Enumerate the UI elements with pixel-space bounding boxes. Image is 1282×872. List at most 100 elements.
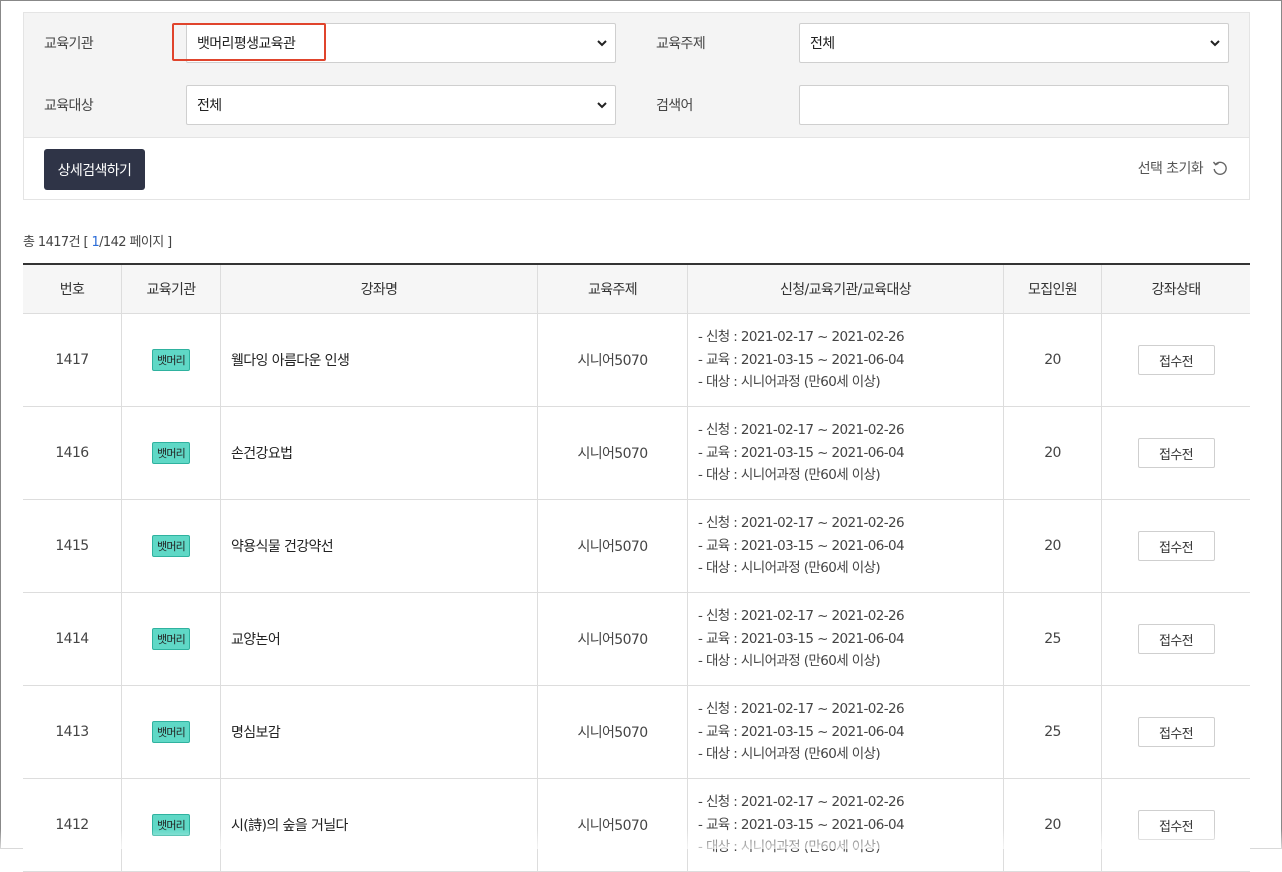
row-number: 1415 (23, 500, 122, 592)
capacity-cell: 20 (1004, 500, 1102, 592)
result-summary: 총 1417건 [ 1/142 페이지 ] (23, 231, 172, 250)
row-number: 1412 (23, 779, 122, 871)
table-row: 1415 뱃머리 약용식물 건강약선 시니어5070- 신청 : 2021-02-17… (23, 500, 1250, 593)
institution-cell: 뱃머리 (122, 686, 221, 778)
topic-label: 교육주제 (656, 36, 706, 52)
status-cell: 접수전 (1102, 500, 1250, 592)
target-select-value: 전체 (197, 98, 222, 114)
status-cell: 접수전 (1102, 407, 1250, 499)
table-row: 1416 뱃머리 손건강요법 시니어5070- 신청 : 2021-02-17 ~ 2… (23, 407, 1250, 500)
apply-period: - 신청 : 2021-02-17 ~ 2021-02-26 (698, 515, 905, 532)
bottom-fade (0, 829, 1282, 849)
table-row: 1417 뱃머리 웰다잉 아름다운 인생 시니어5070- 신청 : 2021-02-… (23, 314, 1250, 407)
header-no: 번호 (23, 265, 122, 313)
course-table: 번호 교육기관 강좌명 교육주제 신청/교육기관/교육대상 모집인원 강좌상태 … (23, 263, 1250, 872)
education-period: - 교육 : 2021-03-15 ~ 2021-06-04 (698, 723, 905, 740)
topic-cell: 시니어5070 (538, 593, 688, 685)
capacity-cell: 20 (1004, 779, 1102, 871)
schedule-cell: - 신청 : 2021-02-17 ~ 2021-02-26- 교육 : 202… (688, 779, 1004, 871)
status-button[interactable]: 접수전 (1137, 438, 1215, 468)
topic-select[interactable]: 전체 (799, 23, 1229, 63)
page-total: /142 페이지 ] (99, 235, 172, 250)
course-title-link[interactable]: 손건강요법 (221, 407, 538, 499)
status-cell: 접수전 (1102, 593, 1250, 685)
search-panel: 교육기관 뱃머리평생교육관 교육주제 전체 교육대상 전체 검색어 상세검색하기… (23, 12, 1250, 200)
chevron-down-icon (597, 40, 607, 47)
topic-cell: 시니어5070 (538, 779, 688, 871)
reset-selection-button[interactable]: 선택 초기화 (1138, 158, 1229, 178)
capacity-cell: 20 (1004, 314, 1102, 406)
topic-cell: 시니어5070 (538, 314, 688, 406)
header-topic: 교육주제 (538, 265, 688, 313)
target-audience: - 대상 : 시니어과정 (만60세 이상) (698, 653, 881, 670)
course-title-link[interactable]: 약용식물 건강약선 (221, 500, 538, 592)
institution-badge: 뱃머리 (152, 628, 190, 650)
refresh-icon (1212, 161, 1227, 175)
table-row: 1412 뱃머리 시(詩)의 숲을 거닐다 시니어5070- 신청 : 2021-02… (23, 779, 1250, 872)
header-capacity: 모집인원 (1004, 265, 1102, 313)
table-row: 1414 뱃머리 교양논어 시니어5070- 신청 : 2021-02-17 ~ 20… (23, 593, 1250, 686)
capacity-cell: 25 (1004, 686, 1102, 778)
keyword-label: 검색어 (656, 98, 693, 114)
chevron-down-icon (597, 102, 607, 109)
institution-badge: 뱃머리 (152, 349, 190, 371)
target-select[interactable]: 전체 (186, 85, 616, 125)
table-row: 1413 뱃머리 명심보감 시니어5070- 신청 : 2021-02-17 ~ 20… (23, 686, 1250, 779)
status-button[interactable]: 접수전 (1137, 345, 1215, 375)
schedule-cell: - 신청 : 2021-02-17 ~ 2021-02-26 - 교육 : 202… (688, 686, 1004, 778)
capacity-cell: 20 (1004, 407, 1102, 499)
apply-period: - 신청 : 2021-02-17 ~ 2021-02-26 (698, 608, 905, 625)
apply-period: - 신청 : 2021-02-17 ~ 2021-02-26 (698, 701, 905, 718)
course-title-link[interactable]: 교양논어 (221, 593, 538, 685)
status-button[interactable]: 접수전 (1137, 717, 1215, 747)
institution-badge: 뱃머리 (152, 535, 190, 557)
header-status: 강좌상태 (1151, 282, 1201, 298)
education-period: - 교육 : 2021-03-15 ~ 2021-06-04 (698, 444, 905, 461)
schedule-cell: - 신청 : 2021-02-17 ~ 2021-02-26 - 교육 : 202… (688, 593, 1004, 685)
header-schedule: 신청/교육기관/교육대상 (688, 265, 1004, 313)
detail-search-button[interactable]: 상세검색하기 (44, 149, 145, 190)
education-period: - 교육 : 2021-03-15 ~ 2021-06-04 (698, 537, 905, 554)
institution-cell: 뱃머리 (122, 314, 221, 406)
apply-period: - 신청 : 2021-02-17 ~ 2021-02-26 (698, 794, 905, 811)
status-cell: 접수전 (1102, 779, 1250, 871)
table-header: 번호 교육기관 강좌명 교육주제 신청/교육기관/교육대상 모집인원 강좌상태 (23, 265, 1250, 314)
search-actions: 상세검색하기 선택 초기화 (24, 137, 1249, 199)
education-period: - 교육 : 2021-03-15 ~ 2021-06-04 (698, 351, 905, 368)
header-course-name: 강좌명 (221, 265, 538, 313)
institution-cell: 뱃머리 (122, 407, 221, 499)
institution-cell: 뱃머리 (122, 593, 221, 685)
row-number: 1417 (23, 314, 122, 406)
target-audience: - 대상 : 시니어과정 (만60세 이상) (698, 467, 881, 484)
target-label: 교육대상 (44, 98, 94, 114)
status-button[interactable]: 접수전 (1137, 624, 1215, 654)
header-institution: 교육기관 (122, 265, 221, 313)
status-cell: 접수전 (1102, 686, 1250, 778)
topic-cell: 시니어5070 (538, 500, 688, 592)
target-audience: - 대상 : 시니어과정 (만60세 이상) (698, 560, 881, 577)
selection-highlight (172, 23, 326, 61)
institution-label: 교육기관 (44, 36, 94, 52)
topic-cell: 시니어5070 (538, 407, 688, 499)
institution-badge: 뱃머리 (152, 721, 190, 743)
target-audience: - 대상 : 시니어과정 (만60세 이상) (698, 746, 881, 763)
row-number: 1416 (23, 407, 122, 499)
institution-cell: 뱃머리 (122, 779, 221, 871)
current-page[interactable]: 1 (91, 235, 99, 250)
row-number: 1414 (23, 593, 122, 685)
education-period: - 교육 : 2021-03-15 ~ 2021-06-04 (698, 630, 905, 647)
status-button[interactable]: 접수전 (1137, 531, 1215, 561)
topic-select-value: 전체 (810, 36, 835, 52)
target-audience: - 대상 : 시니어과정 (만60세 이상) (698, 374, 881, 391)
keyword-input[interactable] (799, 85, 1229, 125)
reset-label: 선택 초기화 (1137, 161, 1204, 177)
capacity-cell: 25 (1004, 593, 1102, 685)
course-title-link[interactable]: 웰다잉 아름다운 인생 (221, 314, 538, 406)
course-title-link[interactable]: 시(詩)의 숲을 거닐다 (221, 779, 538, 871)
institution-cell: 뱃머리 (122, 500, 221, 592)
topic-cell: 시니어5070 (538, 686, 688, 778)
institution-badge: 뱃머리 (152, 442, 190, 464)
course-title-link[interactable]: 명심보감 (221, 686, 538, 778)
schedule-cell: - 신청 : 2021-02-17 ~ 2021-02-26 - 교육 : 202… (688, 500, 1004, 592)
row-number: 1413 (23, 686, 122, 778)
